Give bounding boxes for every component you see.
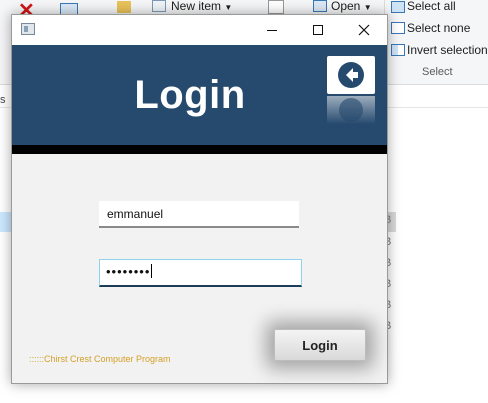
- edit-icon[interactable]: [268, 0, 284, 14]
- maximize-icon: [313, 25, 323, 35]
- login-window: Login emmanuel •••••••• Login ::::::Chir…: [11, 14, 388, 384]
- folder-icon[interactable]: [117, 1, 131, 13]
- select-none-button[interactable]: Select none: [407, 21, 470, 35]
- new-item-label: New item: [171, 0, 222, 13]
- open-label: Open: [331, 0, 361, 13]
- maximize-button[interactable]: [295, 15, 341, 45]
- login-title: Login: [134, 73, 246, 117]
- open-icon: [313, 0, 327, 12]
- minimize-button[interactable]: [249, 15, 295, 45]
- password-mask: ••••••••: [106, 264, 151, 279]
- text-caret: [151, 264, 153, 278]
- back-arrow-icon: [338, 62, 364, 88]
- login-button[interactable]: Login: [274, 329, 366, 361]
- invert-selection-button[interactable]: Invert selection: [407, 43, 488, 57]
- password-input[interactable]: ••••••••: [99, 259, 302, 287]
- header-divider: [12, 145, 387, 154]
- back-button[interactable]: [327, 56, 375, 94]
- username-input[interactable]: emmanuel: [99, 201, 299, 228]
- close-button[interactable]: [341, 15, 387, 45]
- dropdown-arrow-icon: ▼: [363, 3, 372, 12]
- close-icon: [358, 24, 370, 36]
- left-pane-edge-text: s: [0, 94, 6, 106]
- reflection-icon: [339, 98, 363, 122]
- select-group-label: Select: [422, 66, 453, 78]
- invert-selection-icon: [391, 44, 405, 56]
- new-item-button[interactable]: New item ▼: [171, 0, 232, 13]
- select-all-icon: [391, 1, 405, 13]
- username-value: emmanuel: [107, 207, 164, 221]
- new-item-icon: [152, 0, 166, 12]
- back-button-reflection: [327, 96, 375, 124]
- dropdown-arrow-icon: ▼: [224, 3, 233, 12]
- minimize-icon: [267, 29, 277, 31]
- footer-credit: ::::::Chirst Crest Computer Program: [29, 354, 171, 364]
- select-none-icon: [391, 22, 405, 34]
- app-icon: [21, 23, 35, 35]
- login-header: Login: [12, 45, 387, 145]
- title-bar[interactable]: [12, 15, 387, 45]
- open-button[interactable]: Open ▼: [331, 0, 372, 13]
- select-all-button[interactable]: Select all: [407, 0, 456, 13]
